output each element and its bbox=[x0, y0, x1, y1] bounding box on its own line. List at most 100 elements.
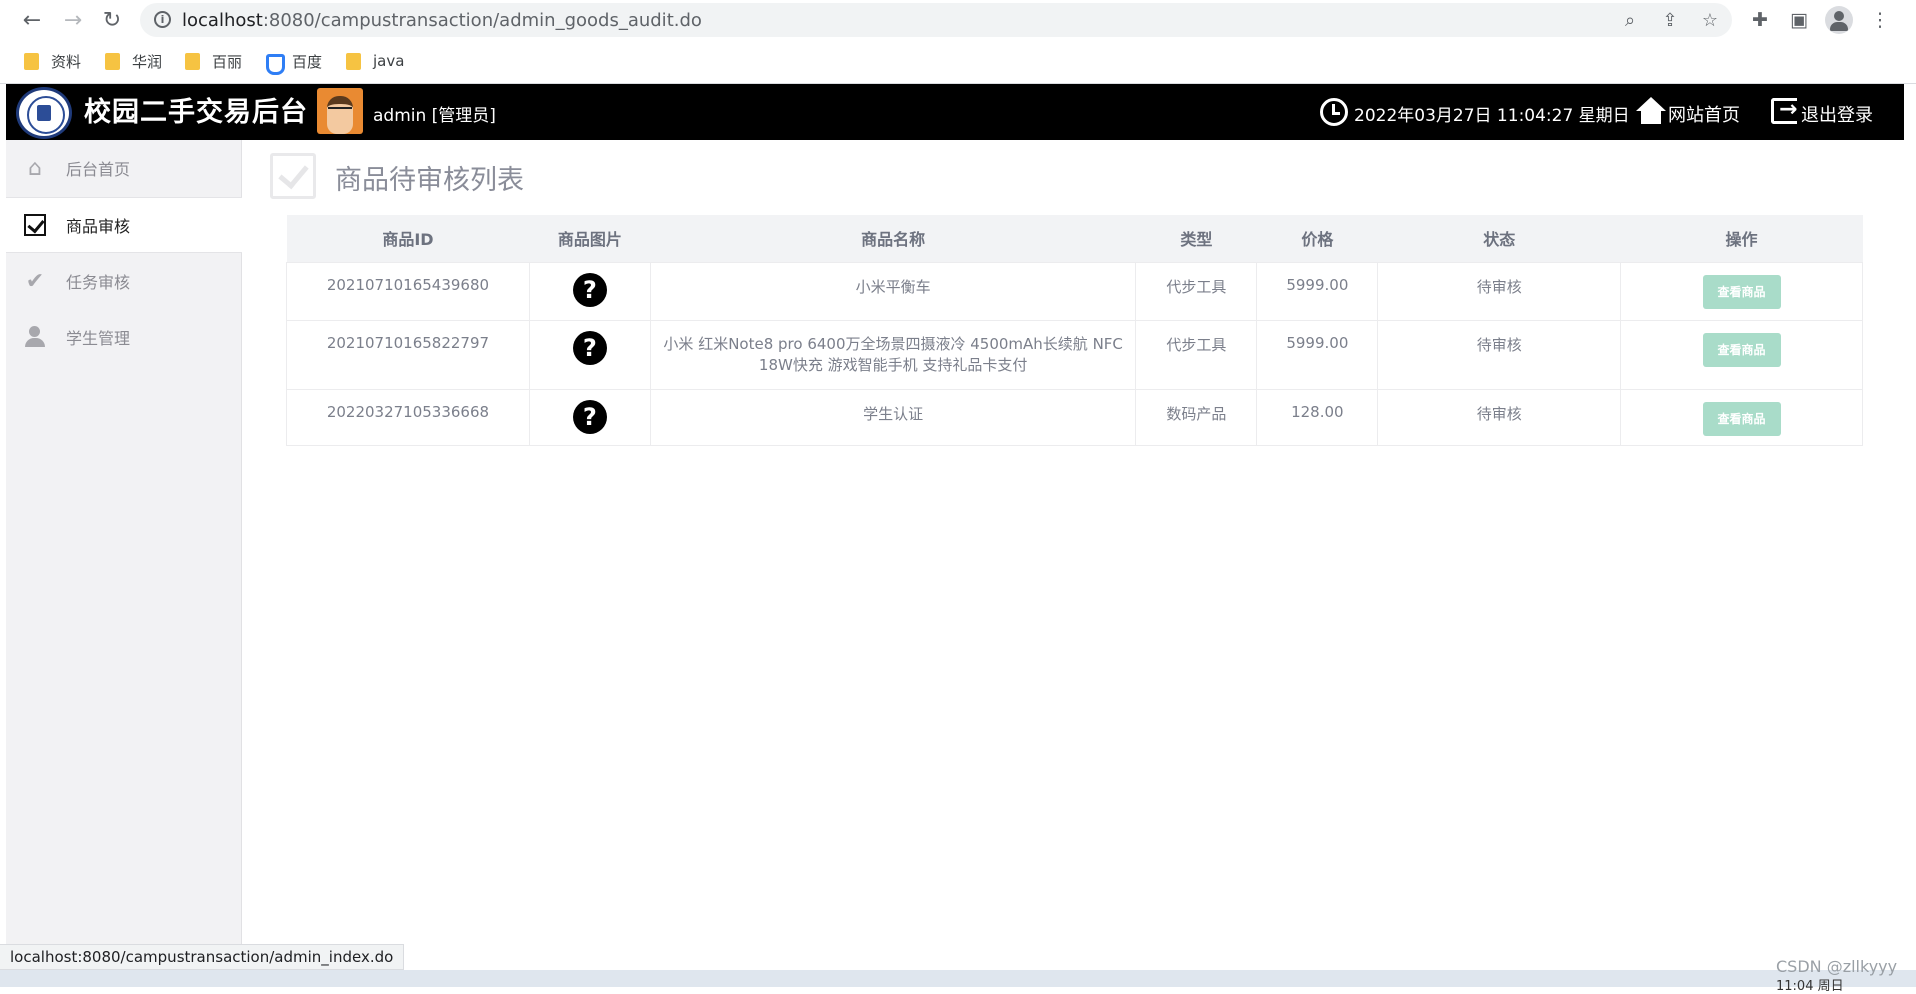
sidebar-item-label: 商品审核 bbox=[66, 217, 131, 236]
bookmarks-bar: 资料 华润 百丽 百度 java bbox=[0, 46, 1916, 76]
goods-name: 小米 红米Note8 pro 6400万全场景四摄液冷 4500mAh长续航 N… bbox=[650, 319, 1137, 390]
bookmark-item[interactable]: 百丽 bbox=[185, 50, 242, 72]
goods-status: 待审核 bbox=[1377, 388, 1622, 446]
column-header: 商品图片 bbox=[529, 215, 651, 262]
goods-audit-table: 商品ID 商品图片 商品名称 类型 价格 状态 操作 2021071016543… bbox=[286, 215, 1863, 446]
goods-image: ? bbox=[529, 388, 651, 446]
goods-price: 5999.00 bbox=[1256, 319, 1379, 390]
folder-icon bbox=[105, 52, 120, 70]
app-title: 校园二手交易后台 bbox=[84, 97, 308, 128]
goods-action: 查看商品 bbox=[1620, 319, 1863, 390]
goods-name: 学生认证 bbox=[650, 388, 1137, 446]
folder-icon bbox=[24, 52, 39, 70]
folder-icon bbox=[185, 52, 200, 70]
goods-type: 数码产品 bbox=[1135, 388, 1258, 446]
site-info-icon[interactable]: i bbox=[154, 11, 171, 28]
view-goods-button[interactable]: 查看商品 bbox=[1702, 274, 1781, 309]
sidebar-item-label: 学生管理 bbox=[66, 329, 131, 348]
url-path: :8080/campustransaction/admin_goods_audi… bbox=[262, 10, 702, 31]
sidebar-item-label: 任务审核 bbox=[66, 273, 131, 292]
checkbox-icon bbox=[22, 212, 48, 238]
bookmark-label: 百度 bbox=[292, 52, 323, 71]
home-icon: ⌂ bbox=[28, 155, 42, 181]
bookmark-label: 百丽 bbox=[212, 52, 243, 71]
sidebar-item-student-management[interactable]: 学生管理 bbox=[6, 309, 242, 365]
bookmark-item[interactable]: 华润 bbox=[105, 50, 162, 72]
goods-price: 128.00 bbox=[1256, 388, 1379, 446]
table-row: 20220327105336668 ? 学生认证 数码产品 128.00 待审核… bbox=[286, 388, 1863, 446]
goods-action: 查看商品 bbox=[1620, 388, 1863, 446]
browser-chrome: ← → ↻ i localhost:8080/campustransaction… bbox=[0, 0, 1916, 84]
profile-avatar-icon[interactable] bbox=[1825, 6, 1853, 34]
admin-avatar bbox=[317, 88, 363, 134]
url-host: localhost bbox=[182, 10, 263, 31]
sidebar-item-label: 后台首页 bbox=[66, 160, 131, 179]
table-row: 20210710165822797 ? 小米 红米Note8 pro 6400万… bbox=[286, 319, 1863, 390]
app-header: 校园二手交易后台 admin [管理员] 2022年03月27日 11:04:2… bbox=[6, 84, 1904, 140]
reload-icon[interactable]: ↻ bbox=[96, 6, 128, 34]
sidebar-item-goods-audit[interactable]: 商品审核 bbox=[6, 197, 242, 253]
goods-image: ? bbox=[529, 319, 651, 390]
bookmark-label: java bbox=[373, 52, 405, 70]
goods-name: 小米平衡车 bbox=[650, 261, 1137, 321]
goods-id: 20210710165822797 bbox=[286, 319, 530, 390]
side-panel-icon[interactable]: ▣ bbox=[1785, 6, 1813, 34]
table-row: 20210710165439680 ? 小米平衡车 代步工具 5999.00 待… bbox=[286, 261, 1863, 321]
view-goods-button[interactable]: 查看商品 bbox=[1702, 332, 1781, 367]
back-icon[interactable]: ← bbox=[16, 6, 48, 34]
goods-type: 代步工具 bbox=[1135, 261, 1258, 321]
folder-icon bbox=[346, 52, 361, 70]
sidebar-item-task-audit[interactable]: ✔ 任务审核 bbox=[6, 253, 242, 309]
home-icon[interactable] bbox=[1636, 97, 1666, 125]
zoom-icon[interactable]: ⌕ bbox=[1618, 8, 1642, 32]
sidebar: ⌂ 后台首页 商品审核 ✔ 任务审核 学生管理 bbox=[6, 140, 242, 970]
question-mark-icon: ? bbox=[572, 399, 607, 434]
table-header-row: 商品ID 商品图片 商品名称 类型 价格 状态 操作 bbox=[286, 215, 1863, 262]
share-icon[interactable]: ⇪ bbox=[1658, 8, 1682, 32]
goods-type: 代步工具 bbox=[1135, 319, 1258, 390]
goods-price: 5999.00 bbox=[1256, 261, 1379, 321]
goods-id: 20220327105336668 bbox=[286, 388, 530, 446]
goods-id: 20210710165439680 bbox=[286, 261, 530, 321]
site-home-link[interactable]: 网站首页 bbox=[1668, 101, 1740, 127]
menu-icon[interactable]: ⋮ bbox=[1866, 6, 1894, 34]
taskbar-strip bbox=[0, 970, 1916, 987]
bookmark-item[interactable]: 资料 bbox=[24, 50, 81, 72]
column-header: 商品ID bbox=[286, 215, 530, 262]
user-icon bbox=[22, 324, 48, 350]
current-datetime: 2022年03月27日 11:04:27 星期日 bbox=[1354, 106, 1630, 126]
extensions-icon[interactable]: ✚ bbox=[1746, 6, 1774, 34]
page-check-icon bbox=[270, 153, 316, 199]
bookmark-item[interactable]: 百度 bbox=[265, 50, 323, 75]
question-mark-icon: ? bbox=[572, 330, 607, 365]
page-title: 商品待审核列表 bbox=[335, 165, 524, 196]
column-header: 价格 bbox=[1256, 215, 1378, 262]
star-icon[interactable]: ☆ bbox=[1698, 8, 1722, 32]
column-header: 操作 bbox=[1620, 215, 1863, 262]
sidebar-item-dashboard[interactable]: ⌂ 后台首页 bbox=[6, 140, 242, 196]
forward-icon[interactable]: → bbox=[57, 6, 89, 34]
address-bar[interactable]: i localhost:8080/campustransaction/admin… bbox=[140, 3, 1732, 37]
school-logo bbox=[16, 87, 72, 139]
logout-icon[interactable] bbox=[1771, 97, 1797, 124]
column-header: 类型 bbox=[1135, 215, 1257, 262]
user-label: admin [管理员] bbox=[373, 106, 496, 126]
question-mark-icon: ? bbox=[572, 272, 607, 307]
goods-status: 待审核 bbox=[1377, 261, 1622, 321]
baidu-icon bbox=[265, 53, 285, 75]
taskbar-time: 11:04 周日 bbox=[1776, 979, 1844, 994]
goods-action: 查看商品 bbox=[1620, 261, 1863, 321]
check-icon: ✔ bbox=[25, 268, 45, 294]
watermark: CSDN @zllkyyy bbox=[1776, 957, 1898, 976]
view-goods-button[interactable]: 查看商品 bbox=[1702, 401, 1781, 436]
bookmark-item[interactable]: java bbox=[346, 50, 404, 72]
logout-link[interactable]: 退出登录 bbox=[1801, 101, 1873, 127]
goods-image: ? bbox=[529, 261, 651, 321]
bookmark-label: 资料 bbox=[51, 52, 82, 71]
url-text[interactable]: localhost:8080/campustransaction/admin_g… bbox=[182, 10, 702, 31]
goods-status: 待审核 bbox=[1377, 319, 1622, 390]
column-header: 状态 bbox=[1377, 215, 1621, 262]
column-header: 商品名称 bbox=[650, 215, 1136, 262]
browser-status-url: localhost:8080/campustransaction/admin_i… bbox=[0, 944, 405, 970]
clock-icon bbox=[1320, 98, 1348, 126]
